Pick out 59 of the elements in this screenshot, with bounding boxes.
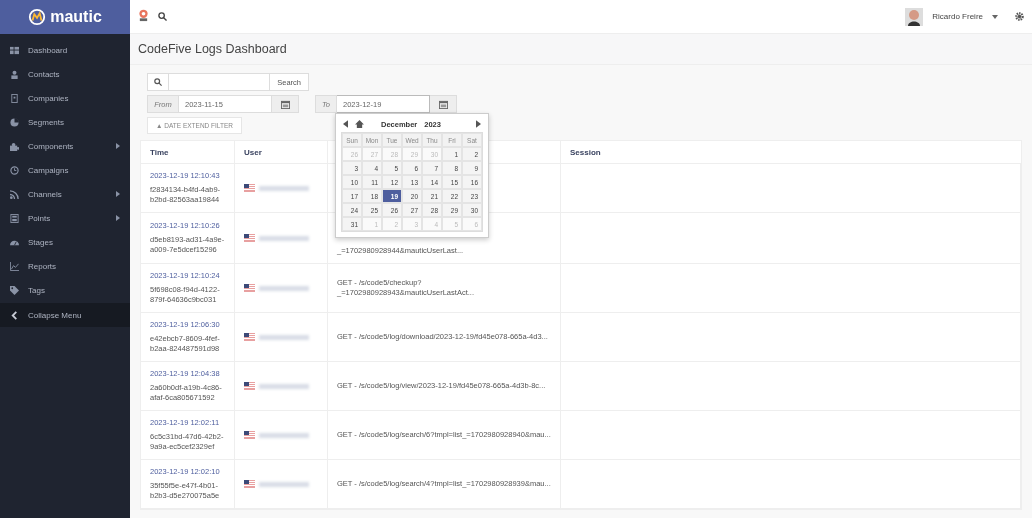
calendar-icon[interactable]	[430, 95, 457, 113]
sidebar-item[interactable]: Segments	[0, 110, 130, 134]
flag-icon	[244, 184, 255, 192]
sidebar-item[interactable]: Dashboard	[0, 38, 130, 62]
logo-icon	[28, 8, 47, 26]
grid-icon	[10, 45, 19, 55]
flag-icon	[244, 333, 255, 341]
building-icon	[10, 93, 19, 103]
redacted-ip	[259, 334, 309, 340]
sidebar-item[interactable]: Reports	[0, 254, 130, 278]
calc-icon	[10, 213, 19, 223]
pie-icon	[10, 117, 19, 127]
flag-icon	[244, 284, 255, 292]
flag-icon	[244, 431, 255, 439]
calendar-icon[interactable]	[272, 95, 299, 113]
search-field[interactable]	[169, 73, 271, 91]
column-header: User	[235, 141, 328, 163]
caret-icon	[116, 191, 120, 197]
notification-icon[interactable]	[138, 9, 149, 24]
next-month-icon[interactable]	[476, 120, 481, 128]
collapse-menu[interactable]: Collapse Menu	[0, 303, 130, 327]
caret-icon	[116, 143, 120, 149]
tag-icon	[10, 285, 19, 295]
page-title: CodeFive Logs Dashboard	[138, 42, 287, 56]
chart-icon	[10, 261, 19, 271]
brand-name: mautic	[50, 8, 102, 26]
caret-icon	[992, 14, 998, 19]
redacted-ip	[259, 383, 309, 389]
clock-icon	[10, 165, 19, 175]
sidebar-item[interactable]: Contacts	[0, 62, 130, 86]
rss-icon	[10, 189, 19, 199]
redacted-ip	[259, 285, 309, 291]
flag-icon	[244, 382, 255, 390]
redacted-ip	[259, 235, 309, 241]
redacted-ip	[259, 481, 309, 487]
redacted-ip	[259, 432, 309, 438]
user-icon	[10, 69, 19, 79]
sidebar-item[interactable]: Tags	[0, 278, 130, 302]
sidebar-item[interactable]: Points	[0, 206, 130, 230]
chevron-left-icon	[10, 310, 19, 320]
sidebar-item[interactable]: Channels	[0, 182, 130, 206]
column-header: Session	[569, 146, 602, 159]
home-icon[interactable]	[355, 120, 364, 128]
sidebar-item[interactable]: Stages	[0, 230, 130, 254]
sidebar-item[interactable]: Components	[0, 134, 130, 158]
sidebar-item[interactable]: Campaigns	[0, 158, 130, 182]
search-icon[interactable]	[158, 12, 167, 21]
redacted-ip	[259, 185, 309, 191]
sidebar-item[interactable]: Companies	[0, 86, 130, 110]
caret-icon	[116, 215, 120, 221]
column-header: Time	[141, 141, 235, 163]
search-icon	[154, 78, 162, 86]
settings-icon[interactable]	[1015, 12, 1024, 21]
puzzle-icon	[10, 141, 19, 151]
user-menu[interactable]: Ricardo Freire	[932, 12, 983, 21]
avatar-icon	[905, 7, 924, 26]
flag-icon	[244, 234, 255, 242]
previous-month-icon[interactable]	[343, 120, 348, 128]
flag-icon	[244, 480, 255, 488]
